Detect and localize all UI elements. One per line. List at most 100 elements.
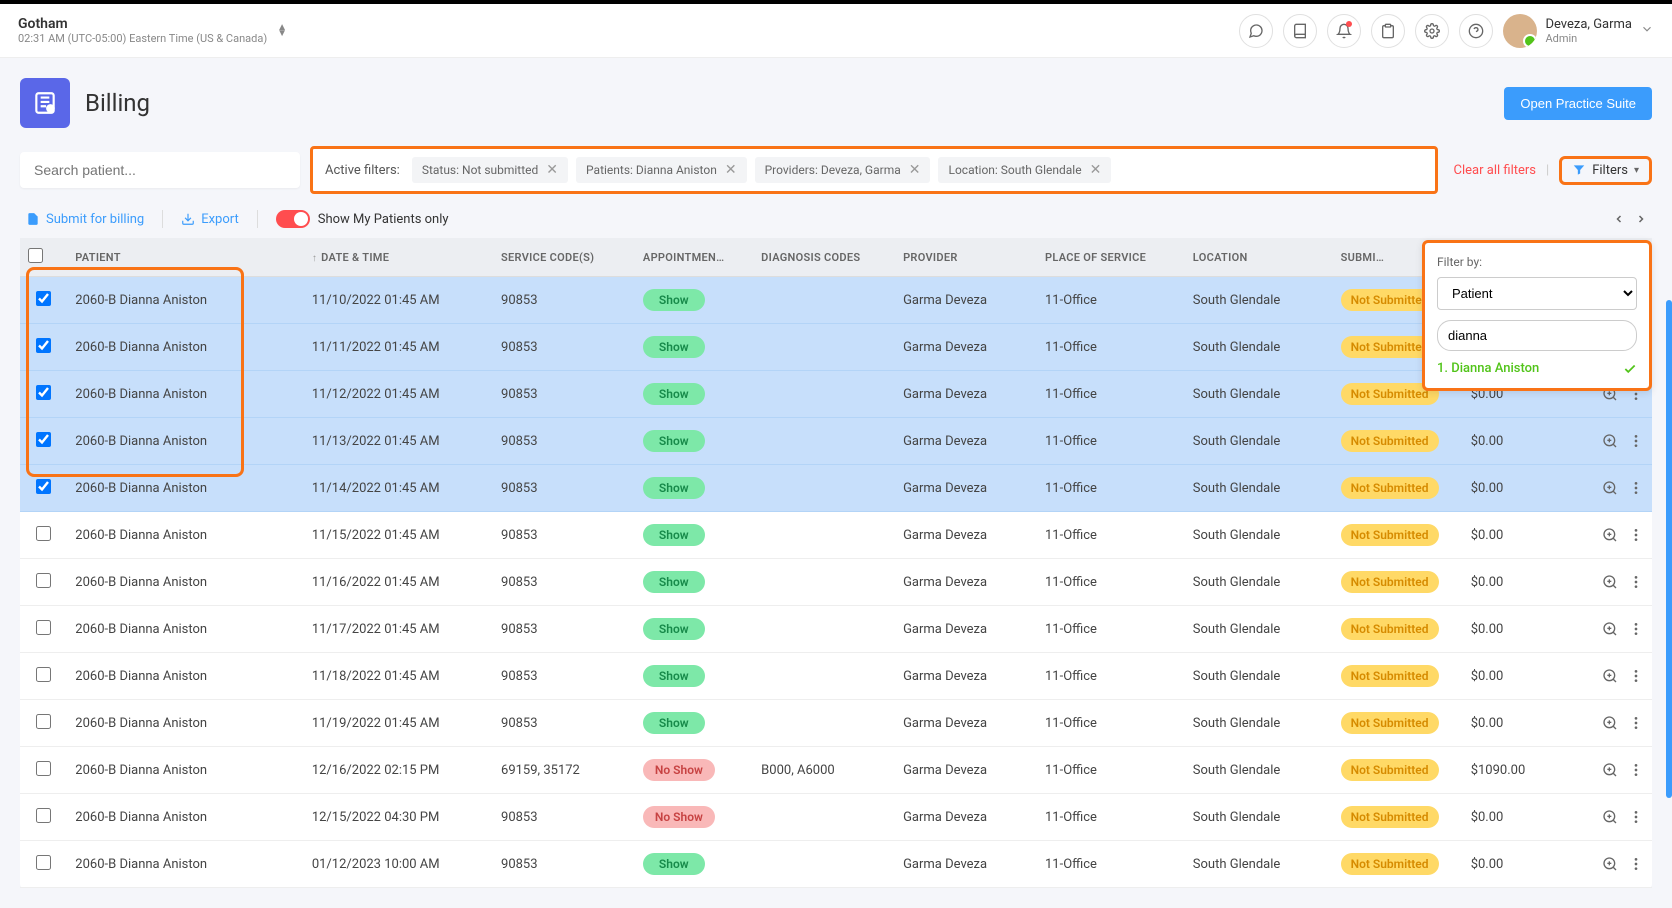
zoom-icon[interactable] [1602,856,1618,872]
table-row[interactable]: 2060-B Dianna Aniston 11/13/2022 01:45 A… [20,418,1652,465]
bell-icon[interactable] [1327,14,1361,48]
cell-service: 90853 [493,653,635,700]
org-switcher-icon[interactable]: ▲▼ [277,25,287,37]
cell-actions [1581,794,1652,841]
col-provider[interactable]: PROVIDER [895,238,1037,277]
cell-provider: Garma Deveza [895,371,1037,418]
more-icon[interactable] [1628,433,1644,449]
open-practice-suite-button[interactable]: Open Practice Suite [1504,87,1652,120]
header-right: Deveza, Garma Admin [1239,14,1654,48]
more-icon[interactable] [1628,809,1644,825]
table-row[interactable]: 2060-B Dianna Aniston 11/18/2022 01:45 A… [20,653,1652,700]
user-menu[interactable]: Deveza, Garma Admin [1503,14,1654,48]
row-checkbox[interactable] [36,338,51,353]
row-checkbox[interactable] [36,291,51,306]
row-checkbox[interactable] [36,479,51,494]
col-location[interactable]: LOCATION [1185,238,1333,277]
cell-actions [1581,418,1652,465]
submit-for-billing-link[interactable]: Submit for billing [26,212,144,227]
filter-search-input[interactable] [1437,320,1637,351]
cell-diag [753,653,895,700]
zoom-icon[interactable] [1602,668,1618,684]
filter-chip-label: Patients: Dianna Aniston [586,163,717,177]
zoom-icon[interactable] [1602,762,1618,778]
active-filters: Active filters: Status: Not submitted ✕ … [310,146,1438,194]
page-title: Billing [85,89,150,117]
more-icon[interactable] [1628,480,1644,496]
col-date[interactable]: ↑DATE & TIME [304,238,493,277]
clipboard-icon[interactable] [1371,14,1405,48]
filter-by-select[interactable]: Patient [1437,277,1637,310]
close-icon[interactable]: ✕ [909,162,921,178]
more-icon[interactable] [1628,574,1644,590]
table-row[interactable]: 2060-B Dianna Aniston 11/10/2022 01:45 A… [20,277,1652,324]
check-icon [1623,362,1637,376]
filter-chip-label: Providers: Deveza, Garma [765,163,901,177]
cell-location: South Glendale [1185,465,1333,512]
col-patient[interactable]: PATIENT [67,238,304,277]
more-icon[interactable] [1628,715,1644,731]
zoom-icon[interactable] [1602,433,1618,449]
chat-icon[interactable] [1239,14,1273,48]
row-checkbox[interactable] [36,855,51,870]
zoom-icon[interactable] [1602,527,1618,543]
table-row[interactable]: 2060-B Dianna Aniston 12/16/2022 02:15 P… [20,747,1652,794]
row-checkbox[interactable] [36,714,51,729]
scrollbar[interactable] [1666,300,1672,798]
row-checkbox[interactable] [36,808,51,823]
my-patients-toggle[interactable] [276,210,310,228]
cell-amount: $0.00 [1463,653,1581,700]
table-row[interactable]: 2060-B Dianna Aniston 11/14/2022 01:45 A… [20,465,1652,512]
filter-result-item[interactable]: 1. Dianna Aniston [1437,361,1637,376]
table-row[interactable]: 2060-B Dianna Aniston 11/17/2022 01:45 A… [20,606,1652,653]
page-prev-icon[interactable] [1608,208,1630,230]
filters-button[interactable]: Filters ▾ [1559,156,1652,185]
table-row[interactable]: 2060-B Dianna Aniston 01/12/2023 10:00 A… [20,841,1652,888]
timezone-info: 02:31 AM (UTC-05:00) Eastern Time (US & … [18,32,267,45]
row-checkbox[interactable] [36,432,51,447]
table-row[interactable]: 2060-B Dianna Aniston 11/11/2022 01:45 A… [20,324,1652,371]
gear-icon[interactable] [1415,14,1449,48]
more-icon[interactable] [1628,668,1644,684]
cell-actions [1581,653,1652,700]
zoom-icon[interactable] [1602,480,1618,496]
table-row[interactable]: 2060-B Dianna Aniston 11/19/2022 01:45 A… [20,700,1652,747]
more-icon[interactable] [1628,856,1644,872]
table-row[interactable]: 2060-B Dianna Aniston 11/16/2022 01:45 A… [20,559,1652,606]
table-row[interactable]: 2060-B Dianna Aniston 11/15/2022 01:45 A… [20,512,1652,559]
export-link[interactable]: Export [181,212,239,227]
col-service[interactable]: SERVICE CODE(S) [493,238,635,277]
more-icon[interactable] [1628,762,1644,778]
more-icon[interactable] [1628,621,1644,637]
row-checkbox[interactable] [36,667,51,682]
book-icon[interactable] [1283,14,1317,48]
page-next-icon[interactable] [1630,208,1652,230]
cell-patient: 2060-B Dianna Aniston [67,747,304,794]
search-input[interactable] [20,152,300,188]
zoom-icon[interactable] [1602,715,1618,731]
close-icon[interactable]: ✕ [546,162,558,178]
cell-submit: Not Submitted [1333,512,1463,559]
row-checkbox[interactable] [36,620,51,635]
more-icon[interactable] [1628,527,1644,543]
table-row[interactable]: 2060-B Dianna Aniston 11/12/2022 01:45 A… [20,371,1652,418]
row-checkbox[interactable] [36,761,51,776]
clear-filters-link[interactable]: Clear all filters [1454,163,1536,178]
zoom-icon[interactable] [1602,621,1618,637]
cell-date: 11/13/2022 01:45 AM [304,418,493,465]
row-checkbox[interactable] [36,573,51,588]
zoom-icon[interactable] [1602,809,1618,825]
cell-pos: 11-Office [1037,700,1185,747]
close-icon[interactable]: ✕ [725,162,737,178]
select-all-checkbox[interactable] [28,248,43,263]
row-checkbox[interactable] [36,526,51,541]
table-row[interactable]: 2060-B Dianna Aniston 12/15/2022 04:30 P… [20,794,1652,841]
col-pos[interactable]: PLACE OF SERVICE [1037,238,1185,277]
help-icon[interactable] [1459,14,1493,48]
cell-service: 90853 [493,465,635,512]
col-diag[interactable]: DIAGNOSIS CODES [753,238,895,277]
row-checkbox[interactable] [36,385,51,400]
zoom-icon[interactable] [1602,574,1618,590]
col-appt[interactable]: APPOINTMEN… [635,238,753,277]
close-icon[interactable]: ✕ [1090,162,1102,178]
